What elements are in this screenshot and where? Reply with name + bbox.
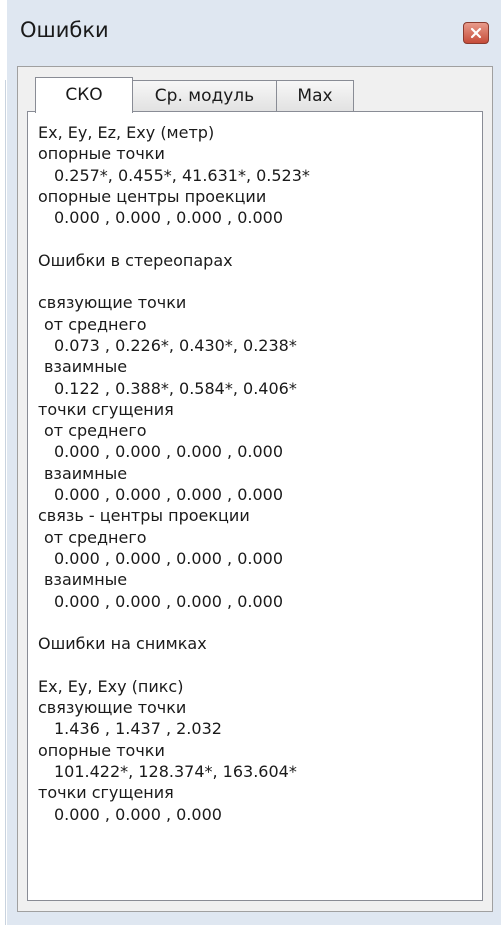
report-line: 0.000 , 0.000 , 0.000 , 0.000 — [54, 548, 283, 568]
report-line: опорные точки — [38, 740, 165, 760]
report-line: Ex, Ey, Exy (пикс) — [38, 676, 184, 696]
report-line: опорные центры проекции — [38, 186, 267, 206]
report-line: точки сгущения — [38, 399, 174, 419]
report-line: опорные точки — [38, 144, 165, 164]
report-line: точки сгущения — [38, 783, 174, 803]
report-line: связующие точки — [38, 293, 187, 313]
title-bar[interactable]: Ошибки — [10, 0, 501, 60]
report-line: 0.073 , 0.226*, 0.430*, 0.238* — [54, 335, 297, 355]
errors-report-text: Ex, Ey, Ez, Exy (метр) опорные точки 0.257… — [38, 122, 478, 825]
report-line: 0.000 , 0.000 , 0.000 , 0.000 — [54, 485, 283, 505]
window-title: Ошибки — [20, 18, 109, 42]
report-line: Ошибки на снимках — [38, 634, 207, 654]
tab-avg-module[interactable]: Ср. модуль — [131, 80, 278, 111]
tab-panel: Ex, Ey, Ez, Exy (метр) опорные точки 0.257… — [27, 111, 483, 901]
report-line: связующие точки — [38, 698, 187, 718]
report-line: 1.436 , 1.437 , 2.032 — [54, 719, 222, 739]
tab-max[interactable]: Max — [276, 80, 354, 111]
report-blank-line — [38, 654, 478, 675]
window-left-edge — [0, 0, 7, 925]
errors-window: Ошибки СКО Ср. модуль Max Ex, Ey, Ez, Ex… — [0, 0, 501, 925]
report-line: Ошибки в стереопарах — [38, 250, 233, 270]
report-line: Ex, Ey, Ez, Exy (метр) — [38, 123, 215, 142]
report-line: 0.000 , 0.000 , 0.000 , 0.000 — [54, 591, 283, 611]
report-line: от среднего — [44, 314, 147, 334]
tab-sko[interactable]: СКО — [35, 77, 133, 113]
report-line: взаимные — [44, 463, 128, 483]
close-button[interactable] — [463, 22, 489, 44]
report-blank-line — [38, 228, 478, 249]
report-line: взаимные — [44, 357, 128, 377]
report-line: 0.000 , 0.000 , 0.000 , 0.000 — [54, 442, 283, 462]
client-area: СКО Ср. модуль Max Ex, Ey, Ez, Exy (метр… — [17, 66, 493, 912]
report-line: 0.122 , 0.388*, 0.584*, 0.406* — [54, 378, 297, 398]
report-line: от среднего — [44, 421, 147, 441]
close-icon — [470, 27, 482, 39]
report-blank-line — [38, 612, 478, 633]
report-line: связь - центры проекции — [38, 506, 250, 526]
report-line: 101.422*, 128.374*, 163.604* — [54, 761, 297, 781]
report-blank-line — [38, 271, 478, 292]
report-line: от среднего — [44, 527, 147, 547]
report-line: 0.257*, 0.455*, 41.631*, 0.523* — [54, 165, 310, 185]
report-line: 0.000 , 0.000 , 0.000 , 0.000 — [54, 208, 283, 228]
report-line: взаимные — [44, 570, 128, 590]
report-line: 0.000 , 0.000 , 0.000 — [54, 804, 222, 824]
